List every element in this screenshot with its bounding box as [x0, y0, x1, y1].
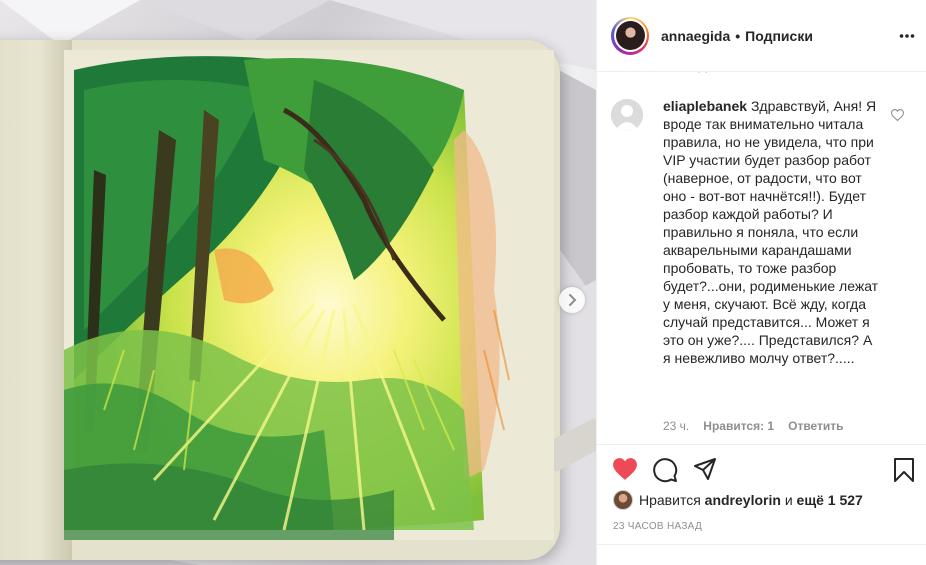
post-timestamp[interactable]: 23 часов назад [613, 521, 702, 532]
comment-text: Здравствуй, Аня! Я вроде так внимательно… [663, 98, 879, 366]
heart-filled-icon[interactable] [612, 457, 638, 481]
post-header: annaegida • Подписки [597, 0, 926, 72]
avatar-image [615, 21, 645, 50]
reply-button[interactable]: Ответить [788, 419, 843, 433]
comment-heart-icon[interactable] [891, 109, 904, 121]
comment-age[interactable]: 23 ч. [663, 419, 689, 433]
likes-summary: Нравится andreylorin и ещё 1 527 [613, 490, 863, 510]
post-photo[interactable] [0, 0, 596, 565]
scrolled-content-remnant: · · [597, 72, 926, 78]
likes-more-button[interactable]: ещё 1 527 [797, 492, 863, 508]
bookmark-icon[interactable] [893, 457, 915, 483]
comment-icon[interactable] [652, 457, 678, 483]
header-separator: • [735, 27, 741, 44]
share-icon[interactable] [693, 457, 717, 481]
author-avatar[interactable] [611, 16, 649, 55]
comment-meta: 23 ч. Нравится: 1 Ответить [663, 419, 844, 433]
commenter-avatar[interactable] [611, 99, 643, 131]
liker-avatar[interactable] [613, 490, 633, 510]
more-horizontal-icon[interactable] [899, 26, 915, 46]
comment-body: eliaplebanek Здравствуй, Аня! Я вроде та… [663, 97, 879, 367]
post-side-panel: annaegida • Подписки · · eliaplebanek Зд… [596, 0, 926, 565]
liker-username[interactable]: andreylorin [705, 492, 781, 508]
avatar-inner [613, 19, 647, 52]
likes-and: и [784, 492, 793, 508]
following-button[interactable]: Подписки [745, 28, 813, 44]
default-user-icon [611, 99, 643, 131]
likes-prefix: Нравится [639, 492, 701, 508]
commenter-username[interactable]: eliaplebanek [663, 98, 747, 114]
next-photo-button[interactable] [559, 287, 585, 313]
chevron-right-icon [569, 294, 577, 306]
forest-drawing [64, 50, 554, 540]
comment-likes[interactable]: Нравится: 1 [703, 419, 774, 433]
divider [597, 544, 926, 545]
sketchbook-left-page [0, 40, 72, 560]
author-username[interactable]: annaegida [661, 28, 730, 44]
